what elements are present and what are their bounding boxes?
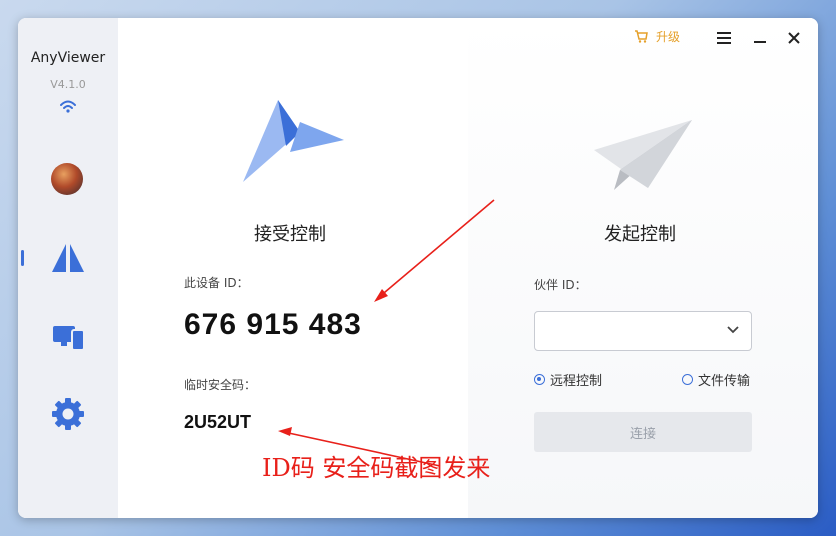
- device-id-label: 此设备 ID：: [184, 276, 249, 290]
- radio-file-transfer[interactable]: 文件传输: [682, 370, 750, 389]
- radio-file-transfer-label: 文件传输: [698, 374, 751, 389]
- cart-icon: [635, 30, 648, 43]
- radio-remote-control-label: 远程控制: [550, 374, 603, 389]
- upgrade-button[interactable]: 升级: [634, 28, 680, 45]
- device-id: 676 915 483: [184, 308, 362, 341]
- upgrade-label: 升级: [656, 30, 681, 44]
- partner-id-label: 伙伴 ID：: [534, 278, 587, 292]
- paper-plane-blue-icon: [243, 100, 344, 182]
- remote-control-icon[interactable]: [50, 240, 86, 276]
- menu-icon[interactable]: [712, 26, 736, 50]
- chevron-down-icon[interactable]: [725, 322, 741, 338]
- wifi-icon: [60, 100, 76, 113]
- sidebar: AnyViewer V4.1.0: [18, 18, 118, 518]
- avatar[interactable]: [51, 163, 83, 195]
- minimize-icon[interactable]: [748, 26, 772, 50]
- active-indicator: [21, 250, 24, 266]
- radio-unchecked-icon: [682, 374, 693, 385]
- annotation-text: ID码 安全码截图发来: [262, 454, 491, 482]
- main-area: 接受控制 此设备 ID： 676 915 483 临时安全码： 2U52UT 发…: [118, 18, 818, 518]
- receive-title: 接受控制: [254, 224, 326, 245]
- radio-remote-control[interactable]: 远程控制: [534, 370, 602, 389]
- radio-checked-icon: [534, 374, 545, 385]
- gear-icon[interactable]: [50, 396, 86, 432]
- app-name: AnyViewer: [30, 50, 106, 66]
- temp-code-label: 临时安全码：: [184, 378, 257, 392]
- paper-plane-gray-icon: [594, 120, 692, 190]
- app-window: AnyViewer V4.1.0 接受控制 此设备 ID： 676 915 48…: [18, 18, 818, 518]
- initiate-title: 发起控制: [604, 224, 676, 245]
- partner-id-input[interactable]: [534, 311, 752, 351]
- app-version: V4.1.0: [50, 78, 86, 91]
- connect-button[interactable]: 连接: [534, 412, 752, 452]
- devices-icon[interactable]: [50, 318, 86, 354]
- temp-code: 2U52UT: [184, 412, 252, 432]
- close-icon[interactable]: [782, 26, 806, 50]
